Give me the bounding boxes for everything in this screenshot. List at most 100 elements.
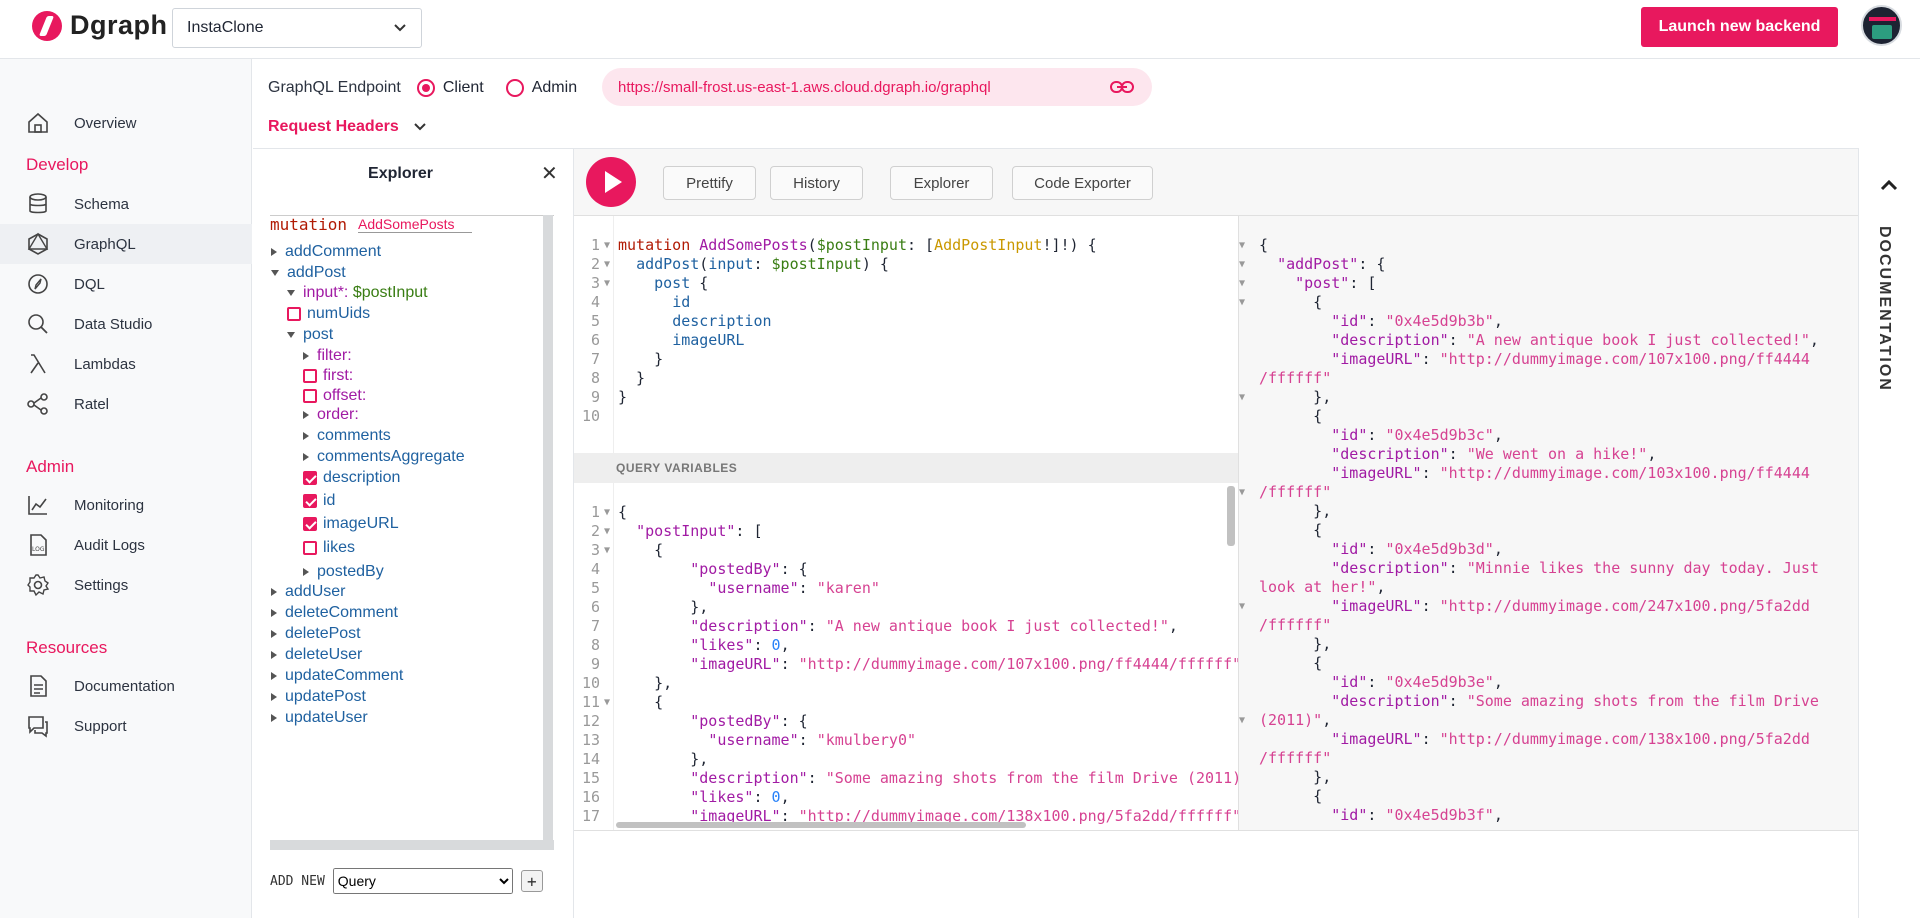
tree-item-deleteComment[interactable]: deleteComment: [271, 604, 398, 622]
endpoint-url[interactable]: https://small-frost.us-east-1.aws.cloud.…: [602, 68, 1152, 106]
tree-label: deleteUser: [285, 646, 363, 663]
sidebar-item-graphql[interactable]: GraphQL: [0, 224, 252, 264]
checkbox[interactable]: [303, 369, 317, 383]
tree-item-description[interactable]: description: [303, 469, 400, 487]
share-icon: [26, 392, 50, 416]
tree-item-post[interactable]: post: [287, 326, 333, 344]
link-icon[interactable]: [1110, 77, 1134, 97]
query-variables-header[interactable]: QUERY VARIABLES: [574, 453, 1238, 483]
fold-markers: ▼ ▼ ▼: [604, 240, 611, 289]
sidebar-item-label: Data Studio: [74, 315, 153, 333]
sidebar-item-label: Support: [74, 717, 127, 735]
tree-item-order[interactable]: order:: [303, 406, 359, 424]
sidebar-item-lambdas[interactable]: Lambdas: [0, 344, 252, 384]
tree-item-addComment[interactable]: addComment: [271, 243, 381, 261]
tree-item-updateComment[interactable]: updateComment: [271, 667, 403, 685]
compass-icon: [26, 272, 50, 296]
tree-item-numUids[interactable]: numUids: [287, 305, 370, 323]
launch-backend-button[interactable]: Launch new backend: [1641, 7, 1838, 47]
add-new-button[interactable]: +: [520, 870, 543, 892]
explorer-button[interactable]: Explorer: [890, 166, 993, 200]
tree-item-imageURL[interactable]: imageURL: [303, 515, 399, 533]
request-headers-toggle[interactable]: Request Headers: [268, 118, 427, 136]
admin-radio-label[interactable]: Admin: [532, 79, 577, 97]
sidebar-item-data-studio[interactable]: Data Studio: [0, 304, 252, 344]
sidebar-item-settings[interactable]: Settings: [0, 565, 252, 605]
add-new-select[interactable]: Query: [332, 868, 513, 894]
checkbox-checked[interactable]: [303, 494, 317, 508]
collapse-icon: [287, 332, 295, 338]
tree-item-addUser[interactable]: addUser: [271, 583, 345, 601]
sidebar-item-label: DQL: [74, 275, 105, 293]
chat-icon: [26, 714, 50, 738]
close-icon[interactable]: ✕: [541, 161, 558, 186]
sidebar-item-ratel[interactable]: Ratel: [0, 384, 252, 424]
history-button[interactable]: History: [770, 166, 863, 200]
client-radio[interactable]: [416, 79, 435, 97]
admin-radio[interactable]: [505, 79, 524, 97]
variables-editor[interactable]: 1 2 3 4 5 6 7 8 9 10 11 12 13 14 15 16 17 ▼ ▼ ▼ ▼ { "postIn…: [574, 483, 1238, 830]
top-bar: Dgraph InstaClone Launch new backend: [0, 0, 1920, 59]
tree-item-postedBy[interactable]: postedBy: [303, 563, 384, 581]
sidebar-item-dql[interactable]: DQL: [0, 264, 252, 304]
tree-label: updateComment: [285, 667, 404, 684]
query-code: mutation AddSomePosts($postInput: [AddPo…: [618, 236, 1097, 406]
tree-item-deletePost[interactable]: deletePost: [271, 625, 361, 643]
sidebar-item-audit-logs[interactable]: LOG Audit Logs: [0, 525, 252, 565]
sidebar-item-documentation[interactable]: Documentation: [0, 666, 252, 706]
tree-item-filter[interactable]: filter:: [303, 347, 352, 365]
section-resources: Resources: [26, 638, 108, 657]
avatar[interactable]: [1861, 5, 1902, 46]
checkbox[interactable]: [303, 541, 317, 555]
tree-item-comments[interactable]: comments: [303, 427, 391, 445]
tree-item-addPost[interactable]: addPost: [271, 264, 346, 282]
checkbox[interactable]: [303, 389, 317, 403]
dgraph-logo[interactable]: Dgraph: [32, 10, 168, 41]
tree-item-deleteUser[interactable]: deleteUser: [271, 646, 362, 664]
run-button[interactable]: [586, 157, 636, 207]
sidebar-item-monitoring[interactable]: Monitoring: [0, 485, 252, 525]
chevron-up-icon[interactable]: [1877, 176, 1901, 196]
documentation-tab[interactable]: DOCUMENTATION: [1875, 226, 1893, 392]
operation-name-input[interactable]: AddSomePosts: [358, 216, 472, 233]
explorer-scrollbar[interactable]: [543, 215, 553, 840]
tree-label: post: [303, 326, 334, 343]
home-icon: [26, 111, 50, 135]
sidebar-item-schema[interactable]: Schema: [0, 184, 252, 224]
line-numbers: 1 2 3 4 5 6 7 8 9 10: [581, 236, 600, 425]
tree-item-updateUser[interactable]: updateUser: [271, 709, 368, 727]
gear-icon: [26, 573, 50, 597]
search-icon: [26, 312, 50, 336]
sidebar-item-label: Lambdas: [74, 355, 136, 373]
lambda-icon: [26, 352, 50, 376]
tree-label: likes: [323, 539, 356, 556]
sidebar: Overview Develop Schema GraphQL DQL Data…: [0, 59, 252, 918]
sidebar-item-overview[interactable]: Overview: [0, 103, 252, 143]
log-icon: LOG: [26, 533, 50, 557]
checkbox[interactable]: [287, 307, 301, 321]
backend-selector[interactable]: InstaClone: [172, 8, 422, 48]
tree-label: input*:: [303, 284, 349, 301]
prettify-button[interactable]: Prettify: [663, 166, 756, 200]
variables-horizontal-scrollbar[interactable]: [616, 822, 1026, 828]
client-radio-label[interactable]: Client: [443, 79, 484, 97]
tree-item-input[interactable]: input*: $postInput: [287, 284, 428, 302]
tree-label: imageURL: [323, 515, 399, 532]
tree-item-first[interactable]: first:: [303, 367, 353, 385]
variables-scrollbar[interactable]: [1227, 486, 1235, 546]
sidebar-item-support[interactable]: Support: [0, 706, 252, 746]
tree-item-id[interactable]: id: [303, 492, 335, 510]
tree-item-updatePost[interactable]: updatePost: [271, 688, 366, 706]
code-exporter-button[interactable]: Code Exporter: [1012, 166, 1153, 200]
tree-item-commentsAggregate[interactable]: commentsAggregate: [303, 448, 465, 466]
result-panel[interactable]: ▼ ▼ ▼ ▼ ▼ ▼ ▼ ▼ { "addPost": { "post": [ { "id"…: [1238, 216, 1858, 830]
sidebar-item-label: Schema: [74, 195, 130, 213]
tree-label: comments: [317, 427, 391, 444]
query-editor[interactable]: 1 2 3 4 5 6 7 8 9 10 ▼ ▼ ▼ mutation AddSomePosts($p…: [574, 216, 1238, 453]
tree-item-offset[interactable]: offset:: [303, 387, 366, 405]
expand-icon: [303, 411, 309, 419]
checkbox-checked[interactable]: [303, 517, 317, 531]
checkbox-checked[interactable]: [303, 471, 317, 485]
tree-item-likes[interactable]: likes: [303, 539, 355, 557]
explorer-horizontal-scrollbar[interactable]: [270, 840, 554, 850]
